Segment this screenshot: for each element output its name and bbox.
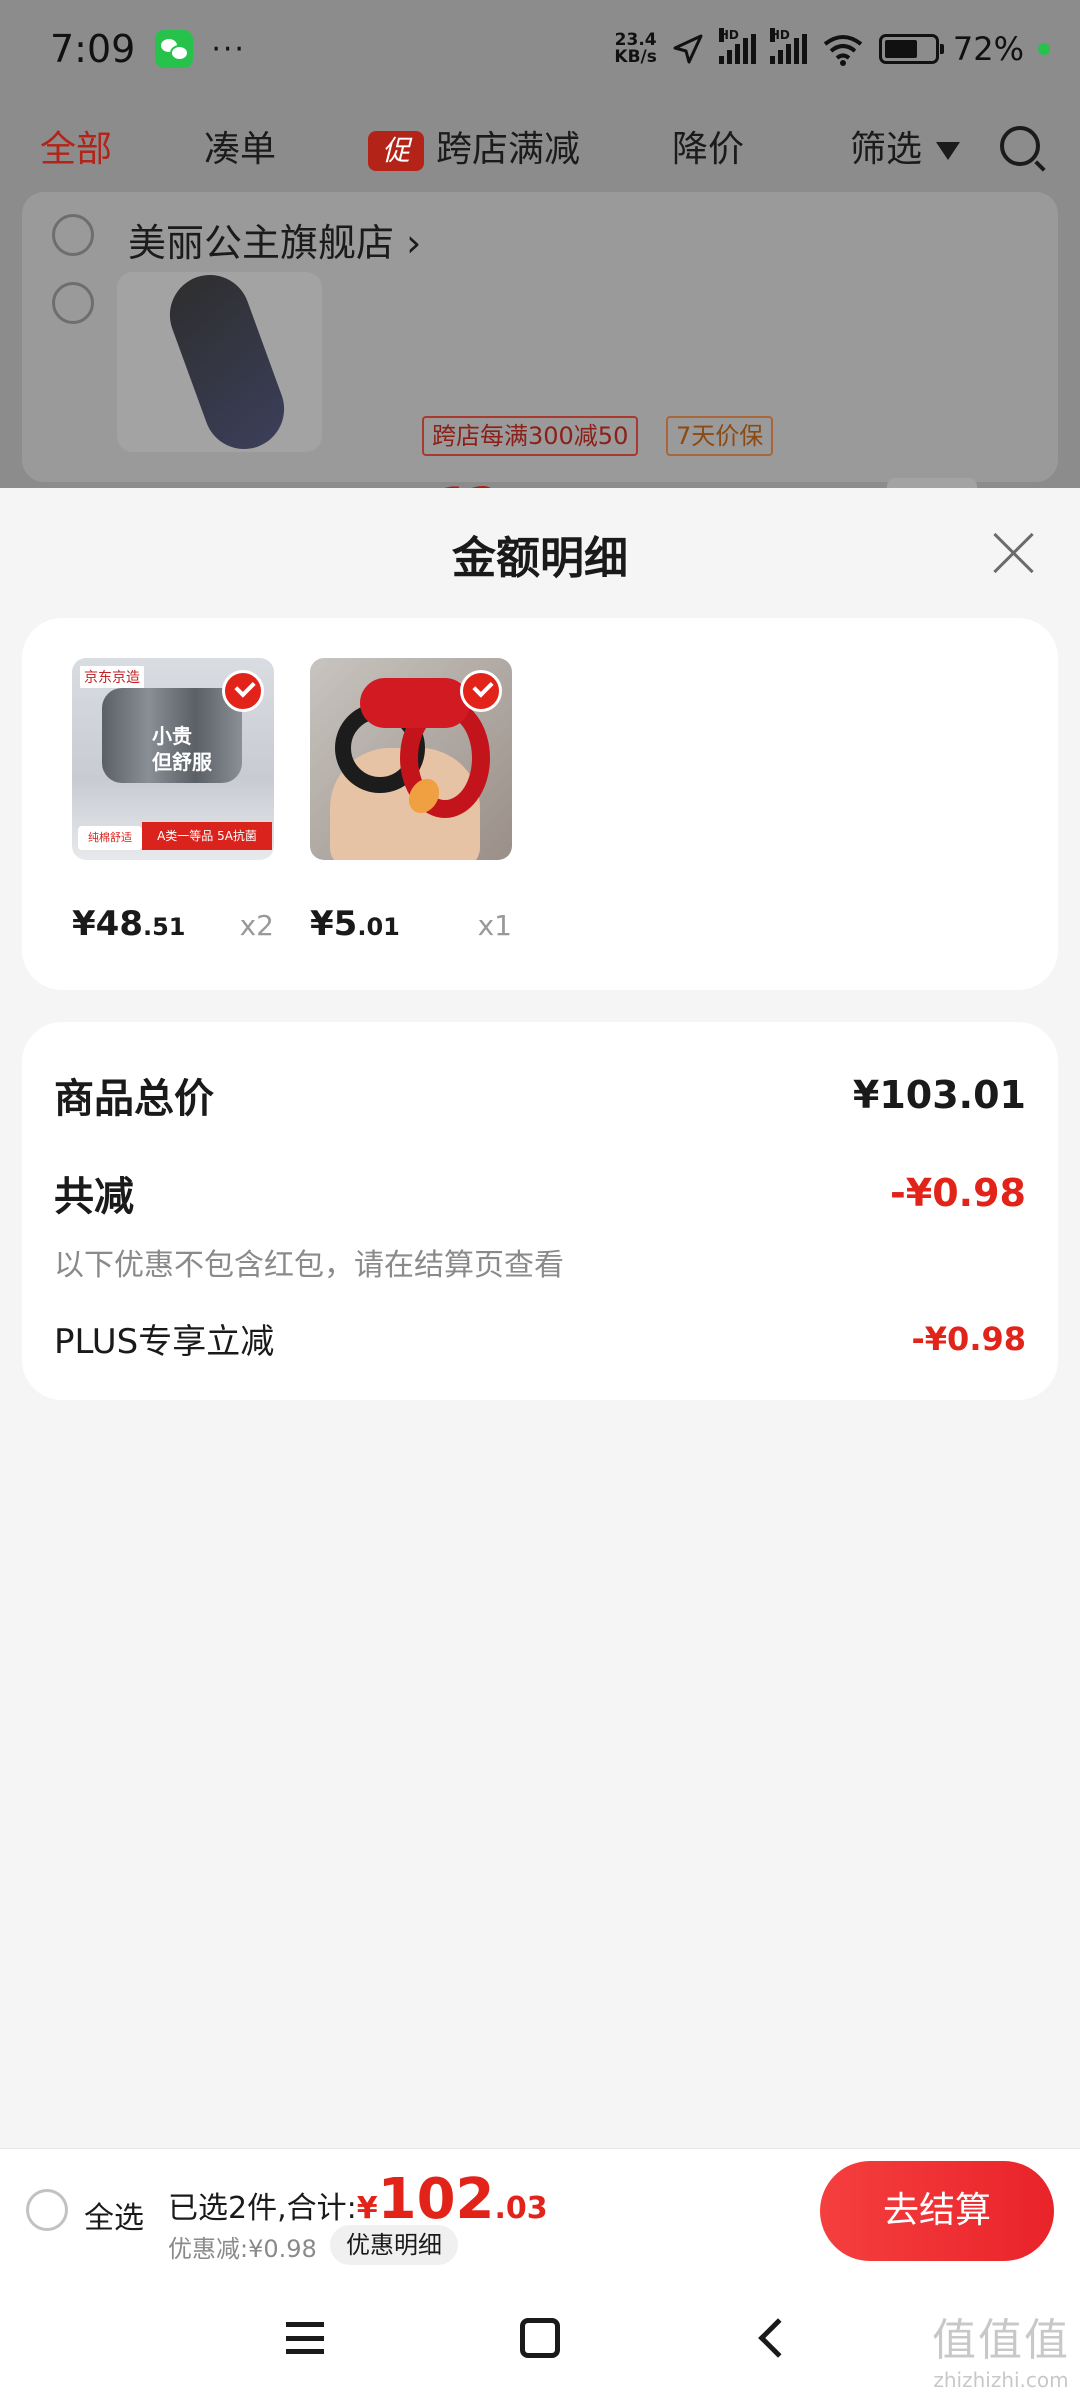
item-price-dec: .01 (357, 913, 400, 941)
item-price: ¥48.51 (72, 904, 186, 944)
wifi-icon (823, 35, 863, 66)
battery-percent: 72% (952, 30, 1024, 68)
promo-badge: 促 (368, 131, 425, 171)
image-caption: 但舒服 (152, 750, 212, 774)
tab-cross-store-label: 跨店满减 (436, 129, 581, 170)
net-speed-unit: KB/s (614, 47, 657, 67)
filter-right: 筛选 (850, 120, 1040, 172)
cart-page-dimmed: 全部 凑单 促跨店满减 降价 筛选 美丽公主旗舰店 › 跨店每满300减50 7… (0, 98, 1080, 534)
select-all-checkbox[interactable] (26, 2189, 68, 2231)
watermark-logo: 值值值 (932, 2315, 1070, 2366)
store-name[interactable]: 美丽公主旗舰店 › (128, 212, 421, 267)
hd-label: HD (718, 28, 739, 42)
signal-icon: HD (769, 28, 807, 64)
tab-all[interactable]: 全部 (40, 120, 112, 172)
funnel-icon (936, 142, 960, 160)
sheet-title: 金额明细 (452, 533, 628, 584)
item-footer: ¥48.51 x2 (72, 904, 274, 944)
guarantee-tag: 7天价保 (666, 416, 774, 456)
selected-text: 已选2件,合计: (168, 2191, 357, 2226)
product-image (310, 658, 512, 860)
item-price-dec: .51 (142, 913, 186, 941)
back-icon[interactable] (758, 2318, 798, 2358)
reduce-value: -¥0.98 (890, 1171, 1026, 1215)
total-symbol: ¥ (356, 2191, 378, 2226)
filter-label: 筛选 (849, 129, 922, 170)
checkout-button[interactable]: 去结算 (820, 2161, 1054, 2261)
tab-price-drop[interactable]: 降价 (672, 120, 744, 172)
store-card: 美丽公主旗舰店 › 跨店每满300减50 7天价保 ¥12 − 1 + (22, 192, 1058, 534)
product-thumbnail[interactable] (117, 272, 322, 452)
items-card: 京东京造 小贵 但舒服 纯棉舒适 A类一等品 5A抗菌 ¥48.51 x2 ¥5… (22, 618, 1058, 990)
menu-icon[interactable] (286, 2322, 324, 2354)
reduce-label: 共减 (54, 1174, 134, 1220)
list-item[interactable]: ¥5.01 x1 (310, 658, 512, 944)
image-caption: 小贵 (152, 724, 192, 748)
selected-summary: 已选2件,合计:¥102.03 (168, 2167, 548, 2232)
brand-label: 京东京造 (80, 666, 144, 688)
plus-label: PLUS专享立减 (54, 1322, 275, 1362)
store-checkbox[interactable] (52, 214, 94, 256)
home-icon[interactable] (520, 2318, 560, 2358)
product-graphic (360, 678, 470, 728)
discount-text: 优惠减:¥0.98 (168, 2235, 317, 2263)
summary-card: 商品总价 ¥103.01 共减 -¥0.98 以下优惠不包含红包，请在结算页查看… (22, 1022, 1058, 1400)
image-badge: 纯棉舒适 (78, 826, 142, 850)
tab-cross-store[interactable]: 促跨店满减 (368, 120, 580, 172)
item-price-int: ¥5 (310, 904, 358, 944)
product-image: 京东京造 小贵 但舒服 纯棉舒适 A类一等品 5A抗菌 (72, 658, 274, 860)
status-icons: 23.4 KB/s HD HD 72% (614, 28, 1050, 68)
total-value: ¥103.01 (852, 1073, 1026, 1117)
close-icon[interactable] (992, 530, 1036, 574)
filter-button[interactable]: 筛选 (850, 120, 960, 172)
checkmark-icon (222, 670, 264, 712)
more-notifications: ··· (211, 31, 246, 67)
plus-row: PLUS专享立减 -¥0.98 (54, 1314, 1026, 1363)
discount-note: 以下优惠不包含红包，请在结算页查看 (54, 1248, 564, 1283)
amount-detail-sheet: 金额明细 京东京造 小贵 但舒服 纯棉舒适 A类一等品 5A抗菌 ¥48.51 … (0, 488, 1080, 2148)
item-price: ¥5.01 (310, 904, 400, 944)
total-row: 商品总价 ¥103.01 (54, 1066, 1026, 1124)
list-item[interactable]: 京东京造 小贵 但舒服 纯棉舒适 A类一等品 5A抗菌 ¥48.51 x2 (72, 658, 274, 944)
system-nav-bar: 值值值 zhizhizhi.com (0, 2274, 1080, 2400)
total-label: 商品总价 (54, 1076, 214, 1122)
privacy-dot (1038, 43, 1050, 55)
item-price-int: ¥48 (72, 904, 143, 944)
reduce-row: 共减 -¥0.98 (54, 1164, 1026, 1222)
select-all-label[interactable]: 全选 (84, 2193, 144, 2237)
tab-combine[interactable]: 凑单 (204, 120, 276, 172)
watermark: 值值值 zhizhizhi.com (932, 2304, 1070, 2392)
plus-value: -¥0.98 (911, 1319, 1027, 1358)
clock: 7:09 (50, 27, 136, 71)
hd-label: HD (769, 28, 790, 42)
battery-icon (878, 34, 944, 64)
discount-detail-button[interactable]: 优惠明细 (330, 2225, 458, 2265)
location-arrow-icon (673, 34, 703, 64)
status-bar: 7:09 ··· 23.4 KB/s HD HD 72% (0, 0, 1080, 98)
watermark-url: zhizhizhi.com (933, 2368, 1069, 2392)
item-quantity: x2 (239, 909, 274, 942)
item-quantity: x1 (477, 909, 512, 942)
item-footer: ¥5.01 x1 (310, 904, 512, 944)
net-speed: 23.4 KB/s (614, 32, 656, 66)
signal-icon: HD (718, 28, 756, 64)
total-int: 102 (377, 2167, 495, 2232)
checkmark-icon (460, 670, 502, 712)
search-icon[interactable] (1000, 126, 1040, 166)
filter-bar: 全部 凑单 促跨店满减 降价 筛选 (0, 98, 1080, 194)
checkout-bar: 全选 已选2件,合计:¥102.03 优惠减:¥0.98 优惠明细 去结算 (0, 2148, 1080, 2274)
total-dec: .03 (494, 2191, 548, 2226)
promo-tag: 跨店每满300减50 (422, 416, 639, 456)
wechat-icon (155, 30, 194, 68)
item-checkbox[interactable] (52, 282, 94, 324)
image-banner: A类一等品 5A抗菌 (142, 822, 272, 850)
